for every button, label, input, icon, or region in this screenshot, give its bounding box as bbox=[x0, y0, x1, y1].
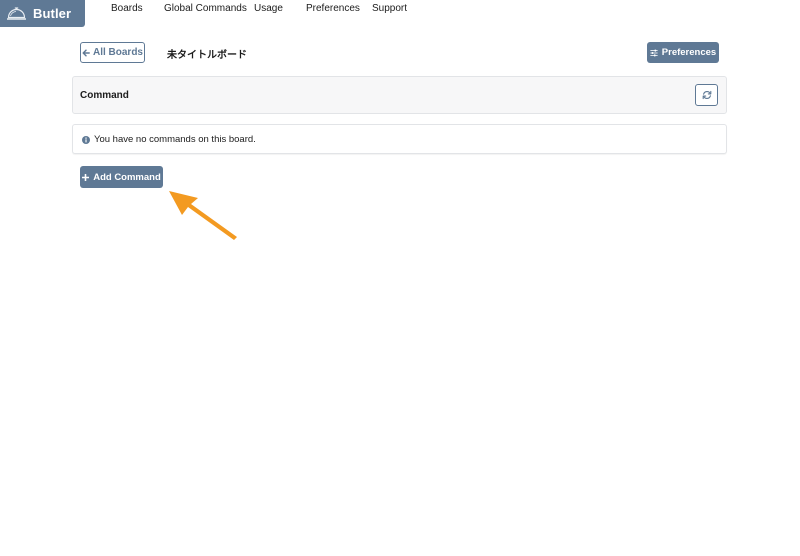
sliders-icon bbox=[650, 49, 658, 56]
info-icon bbox=[82, 136, 90, 144]
refresh-button[interactable] bbox=[695, 84, 718, 106]
nav-item-global-commands[interactable]: Global Commands bbox=[164, 3, 247, 14]
add-command-label: Add Command bbox=[93, 171, 161, 183]
annotation-arrow-icon bbox=[169, 191, 237, 240]
brand-logo[interactable]: Butler bbox=[0, 0, 85, 27]
add-command-button[interactable]: Add Command bbox=[80, 166, 163, 188]
all-boards-button[interactable]: All Boards bbox=[80, 42, 145, 63]
board-preferences-button[interactable]: Preferences bbox=[647, 42, 719, 63]
command-panel-header: Command bbox=[72, 76, 727, 114]
service-bell-icon bbox=[7, 7, 26, 20]
refresh-icon bbox=[702, 90, 711, 100]
annotation-arrow-shape bbox=[169, 191, 237, 240]
empty-state-message: You have no commands on this board. bbox=[72, 124, 727, 154]
all-boards-label: All Boards bbox=[92, 47, 143, 58]
nav-item-usage[interactable]: Usage bbox=[254, 3, 283, 14]
app-name: Butler bbox=[33, 6, 72, 21]
nav-item-support[interactable]: Support bbox=[372, 3, 407, 14]
nav-item-preferences[interactable]: Preferences bbox=[306, 3, 360, 14]
arrow-left-icon bbox=[82, 48, 90, 57]
board-preferences-label: Preferences bbox=[661, 47, 717, 58]
nav-item-boards[interactable]: Boards bbox=[111, 3, 143, 14]
empty-state-text: You have no commands on this board. bbox=[94, 134, 256, 145]
command-panel-title: Command bbox=[80, 90, 129, 101]
plus-icon bbox=[82, 173, 90, 181]
board-title: 未タイトルボード bbox=[167, 50, 247, 61]
